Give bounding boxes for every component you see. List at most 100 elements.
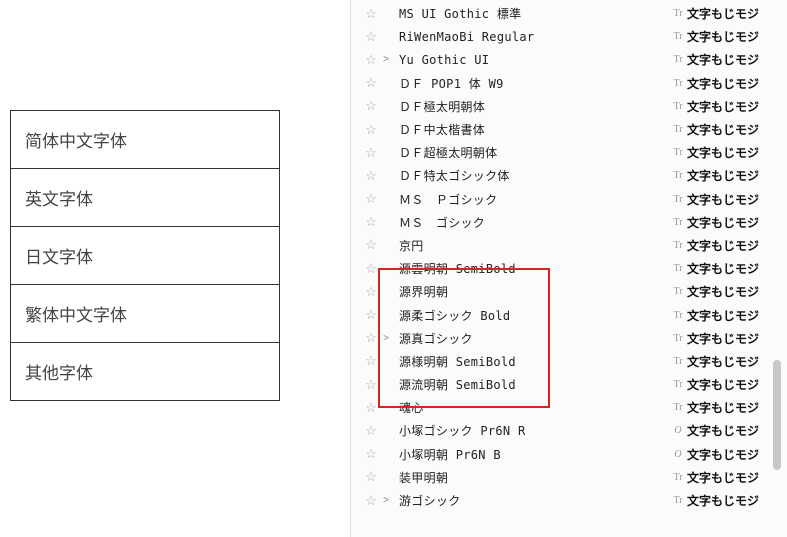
star-icon[interactable]: ☆ [363, 400, 379, 416]
font-type-icon: Tr [669, 472, 687, 483]
star-icon[interactable]: ☆ [363, 75, 379, 91]
font-name: ＭＳ ゴシック [393, 214, 669, 231]
font-type-icon: Tr [669, 286, 687, 297]
star-icon[interactable]: ☆ [363, 493, 379, 509]
font-row[interactable]: ☆小塚ゴシック Pr6N RO文字もじモジ [351, 419, 787, 442]
star-icon[interactable]: ☆ [363, 330, 379, 346]
font-type-icon: Tr [669, 8, 687, 19]
font-type-icon: Tr [669, 310, 687, 321]
font-name: 小塚明朝 Pr6N B [393, 446, 669, 463]
category-item-traditional[interactable]: 繁体中文字体 [11, 285, 279, 343]
font-name: 源真ゴシック [393, 330, 669, 347]
star-icon[interactable]: ☆ [363, 307, 379, 323]
font-type-icon: Tr [669, 31, 687, 42]
font-sample: 文字もじモジ [687, 330, 787, 347]
font-name: 装甲明朝 [393, 469, 669, 486]
scrollbar-thumb[interactable] [773, 360, 781, 470]
font-row[interactable]: ☆>游ゴシックTr文字もじモジ [351, 489, 787, 512]
scrollbar[interactable] [773, 0, 781, 537]
font-type-icon: Tr [669, 333, 687, 344]
chevron-right-icon[interactable]: > [379, 333, 393, 344]
font-row[interactable]: ☆魂心Tr文字もじモジ [351, 396, 787, 419]
font-name: MS UI Gothic 標準 [393, 5, 669, 22]
font-row[interactable]: ☆ 源様明朝 SemiBoldTr文字もじモジ [351, 350, 787, 373]
font-type-icon: Tr [669, 78, 687, 89]
font-list-panel: ☆MS UI Gothic 標準Tr文字もじモジ☆RiWenMaoBi Regu… [350, 0, 787, 537]
font-type-icon: Tr [669, 495, 687, 506]
font-sample: 文字もじモジ [687, 492, 787, 509]
font-sample: 文字もじモジ [687, 237, 787, 254]
font-sample: 文字もじモジ [687, 191, 787, 208]
font-name: 源様明朝 SemiBold [393, 353, 669, 370]
font-name: ＤＦ極太明朝体 [393, 98, 669, 115]
star-icon[interactable]: ☆ [363, 423, 379, 439]
font-row[interactable]: ☆小塚明朝 Pr6N BO文字もじモジ [351, 443, 787, 466]
chevron-right-icon[interactable]: > [379, 495, 393, 506]
font-row[interactable]: ☆源柔ゴシック BoldTr文字もじモジ [351, 303, 787, 326]
font-name: ＤＦ特太ゴシック体 [393, 167, 669, 184]
star-icon[interactable]: ☆ [363, 377, 379, 393]
font-name: 京円 [393, 237, 669, 254]
star-icon[interactable]: ☆ [363, 145, 379, 161]
font-type-icon: Tr [669, 101, 687, 112]
font-row[interactable]: ☆ ＭＳ ゴシックTr文字もじモジ [351, 211, 787, 234]
font-type-icon: O [669, 425, 687, 436]
font-name: 源界明朝 [393, 283, 669, 300]
font-name: 源流明朝 SemiBold [393, 376, 669, 393]
star-icon[interactable]: ☆ [363, 168, 379, 184]
font-row[interactable]: ☆ＤＦ POP1 体 W9Tr文字もじモジ [351, 72, 787, 95]
font-sample: 文字もじモジ [687, 144, 787, 161]
star-icon[interactable]: ☆ [363, 214, 379, 230]
category-item-other[interactable]: 其他字体 [11, 343, 279, 400]
font-sample: 文字もじモジ [687, 446, 787, 463]
font-row[interactable]: ☆源界明朝Tr文字もじモジ [351, 280, 787, 303]
font-row[interactable]: ☆源雲明朝 SemiBoldTr文字もじモジ [351, 257, 787, 280]
font-sample: 文字もじモジ [687, 98, 787, 115]
star-icon[interactable]: ☆ [363, 29, 379, 45]
font-sample: 文字もじモジ [687, 307, 787, 324]
star-icon[interactable]: ☆ [363, 98, 379, 114]
font-row[interactable]: ☆ 源流明朝 SemiBoldTr文字もじモジ [351, 373, 787, 396]
font-sample: 文字もじモジ [687, 51, 787, 68]
font-row[interactable]: ☆ＤＦ中太楷書体Tr文字もじモジ [351, 118, 787, 141]
font-type-icon: Tr [669, 379, 687, 390]
font-type-icon: Tr [669, 217, 687, 228]
category-list: 简体中文字体 英文字体 日文字体 繁体中文字体 其他字体 [10, 110, 280, 401]
star-icon[interactable]: ☆ [363, 6, 379, 22]
font-row[interactable]: ☆>源真ゴシックTr文字もじモジ [351, 327, 787, 350]
font-row[interactable]: ☆MS UI Gothic 標準Tr文字もじモジ [351, 2, 787, 25]
font-row[interactable]: ☆>Yu Gothic UITr文字もじモジ [351, 48, 787, 71]
category-item-simplified[interactable]: 简体中文字体 [11, 111, 279, 169]
font-name: ＤＦ POP1 体 W9 [393, 75, 669, 92]
font-sample: 文字もじモジ [687, 121, 787, 138]
font-name: RiWenMaoBi Regular [393, 30, 669, 44]
font-row[interactable]: ☆ＤＦ特太ゴシック体Tr文字もじモジ [351, 164, 787, 187]
star-icon[interactable]: ☆ [363, 284, 379, 300]
font-type-icon: Tr [669, 356, 687, 367]
font-row[interactable]: ☆ ＤＦ極太明朝体Tr文字もじモジ [351, 95, 787, 118]
font-sample: 文字もじモジ [687, 214, 787, 231]
font-row[interactable]: ☆京円Tr文字もじモジ [351, 234, 787, 257]
star-icon[interactable]: ☆ [363, 446, 379, 462]
star-icon[interactable]: ☆ [363, 122, 379, 138]
font-name: Yu Gothic UI [393, 53, 669, 67]
font-row[interactable]: ☆ RiWenMaoBi RegularTr文字もじモジ [351, 25, 787, 48]
font-sample: 文字もじモジ [687, 469, 787, 486]
font-sample: 文字もじモジ [687, 28, 787, 45]
font-row[interactable]: ☆ＤＦ超極太明朝体Tr文字もじモジ [351, 141, 787, 164]
font-sample: 文字もじモジ [687, 353, 787, 370]
category-item-japanese[interactable]: 日文字体 [11, 227, 279, 285]
star-icon[interactable]: ☆ [363, 237, 379, 253]
category-item-english[interactable]: 英文字体 [11, 169, 279, 227]
star-icon[interactable]: ☆ [363, 353, 379, 369]
star-icon[interactable]: ☆ [363, 52, 379, 68]
star-icon[interactable]: ☆ [363, 191, 379, 207]
font-name: 小塚ゴシック Pr6N R [393, 422, 669, 439]
star-icon[interactable]: ☆ [363, 469, 379, 485]
star-icon[interactable]: ☆ [363, 261, 379, 277]
chevron-right-icon[interactable]: > [379, 54, 393, 65]
font-row[interactable]: ☆ＭＳ ＰゴシックTr文字もじモジ [351, 188, 787, 211]
font-name: ＭＳ Ｐゴシック [393, 191, 669, 208]
font-sample: 文字もじモジ [687, 376, 787, 393]
font-row[interactable]: ☆ 装甲明朝Tr文字もじモジ [351, 466, 787, 489]
